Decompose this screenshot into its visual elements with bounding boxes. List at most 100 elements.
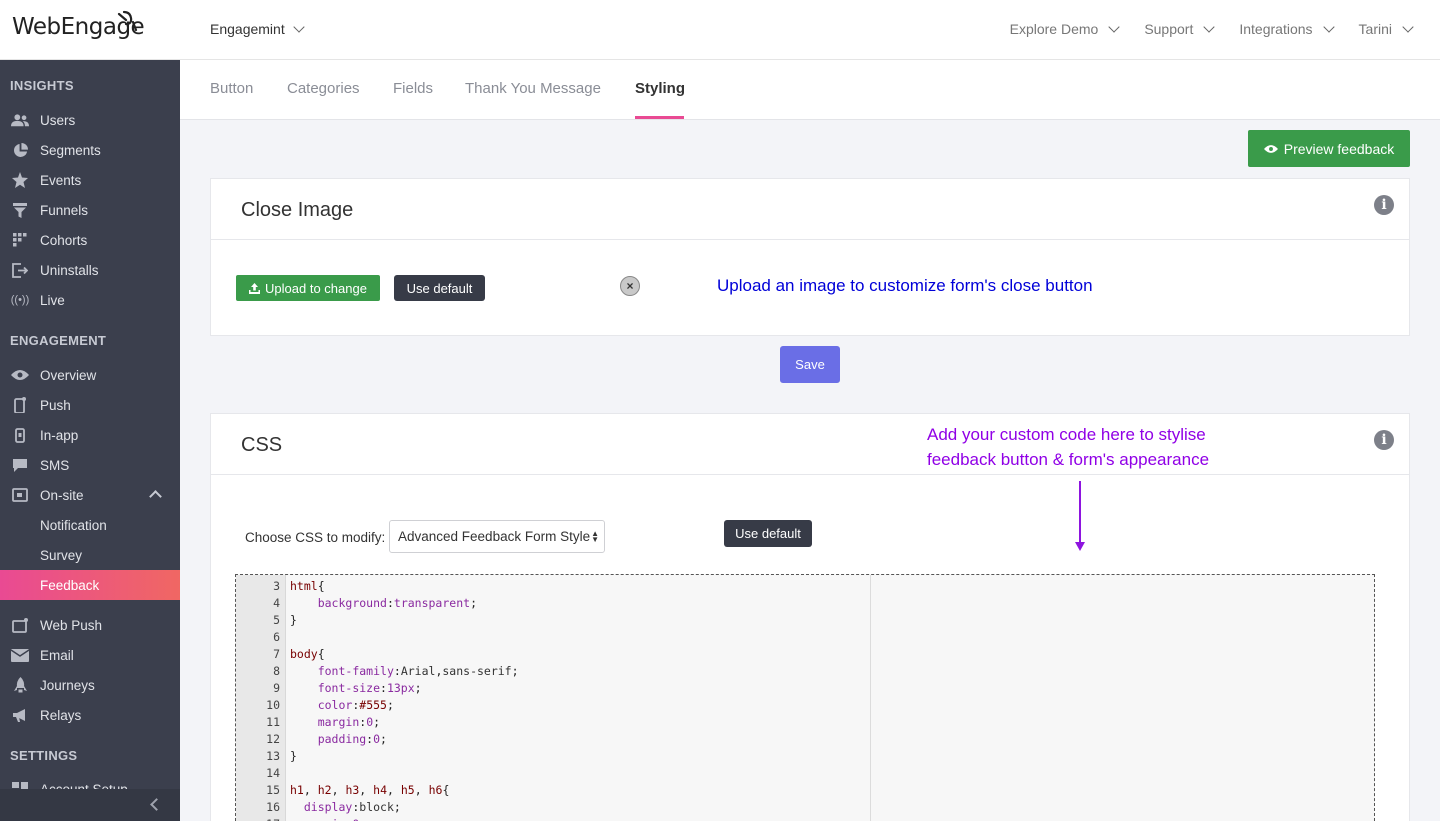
nav-explore-demo[interactable]: Explore Demo: [1010, 21, 1120, 37]
sidebar-item-notification[interactable]: Notification: [0, 510, 180, 540]
preview-button-label: Preview feedback: [1283, 140, 1395, 157]
sidebar-item-label: Events: [40, 172, 82, 188]
code-line: 17 margin:0;: [236, 817, 866, 821]
css-style-select[interactable]: Advanced Feedback Form Style ▲ ▼: [389, 520, 605, 553]
code-line: 6: [236, 630, 866, 647]
close-image-annotation: Upload an image to customize form's clos…: [717, 276, 1093, 295]
active-tab-indicator: [635, 116, 684, 119]
editor-split-divider: [870, 575, 871, 821]
sidebar-item-in-app[interactable]: In-app: [0, 420, 180, 450]
line-number: 5: [273, 613, 280, 627]
sidebar-item-sms[interactable]: SMS: [0, 450, 180, 480]
card-title: CSS: [241, 434, 283, 456]
upload-label: Upload to change: [265, 280, 367, 296]
sidebar-item-feedback[interactable]: Feedback: [0, 570, 180, 600]
chat-icon: [11, 456, 29, 474]
nav-integrations[interactable]: Integrations: [1239, 21, 1335, 37]
use-default-button[interactable]: Use default: [394, 275, 485, 301]
sidebar-item-label: Relays: [40, 707, 82, 723]
sidebar-item-live[interactable]: ((•)) Live: [0, 285, 180, 315]
code-line: 14: [236, 766, 866, 783]
sidebar-item-web-push[interactable]: Web Push: [0, 610, 180, 640]
code-text: }: [290, 613, 297, 627]
upload-icon: [249, 282, 261, 294]
info-icon[interactable]: i: [1374, 430, 1394, 450]
nav-label: Support: [1144, 21, 1194, 37]
sidebar-item-users[interactable]: Users: [0, 105, 180, 135]
sidebar-item-uninstalls[interactable]: Uninstalls: [0, 255, 180, 285]
tab-thank-you-message[interactable]: Thank You Message: [465, 80, 601, 97]
line-number: 13: [266, 749, 280, 763]
chevron-down-icon: [293, 21, 305, 33]
code-text: html{: [290, 579, 325, 593]
chevron-down-icon: [1402, 21, 1414, 33]
nav-support[interactable]: Support: [1144, 21, 1216, 37]
tab-categories[interactable]: Categories: [287, 80, 360, 97]
tab-button[interactable]: Button: [210, 80, 253, 97]
sidebar-item-label: Push: [40, 397, 71, 413]
code-text: font-family:Arial,sans-serif;: [317, 664, 519, 678]
info-icon[interactable]: i: [1374, 195, 1394, 215]
webengage-logo[interactable]: WebEngage: [12, 10, 145, 46]
sidebar-item-segments[interactable]: Segments: [0, 135, 180, 165]
sidebar-item-overview[interactable]: Overview: [0, 360, 180, 390]
choose-css-label: Choose CSS to modify:: [245, 530, 386, 545]
users-icon: [11, 111, 29, 129]
tab-styling[interactable]: Styling: [635, 80, 685, 97]
mobile-icon: [11, 426, 29, 444]
code-text: margin:0;: [317, 715, 381, 729]
code-text: color:#555;: [317, 698, 394, 712]
chevron-up-icon: [149, 490, 162, 503]
tab-fields[interactable]: Fields: [393, 80, 433, 97]
sidebar-item-survey[interactable]: Survey: [0, 540, 180, 570]
code-line: 4 background:transparent;: [236, 596, 866, 613]
tab-bar: Button Categories Fields Thank You Messa…: [180, 60, 1440, 120]
nav-label: Integrations: [1239, 21, 1313, 37]
sidebar-item-funnels[interactable]: Funnels: [0, 195, 180, 225]
code-text: margin:0;: [290, 817, 366, 821]
chevron-down-icon: [1203, 21, 1216, 33]
sidebar-item-cohorts[interactable]: Cohorts: [0, 225, 180, 255]
grid-icon: [11, 231, 29, 249]
code-line: 11 margin:0;: [236, 715, 866, 732]
account-name: Engagemint: [210, 21, 285, 37]
logo-mark-icon: [117, 10, 138, 32]
code-text: font-size:13px;: [317, 681, 422, 695]
code-line: 16 display:block;: [236, 800, 866, 817]
code-text: h1, h2, h3, h4, h5, h6{: [290, 783, 450, 797]
line-number: 9: [273, 681, 280, 695]
section-engagement: ENGAGEMENT: [10, 333, 107, 348]
megaphone-icon: [11, 706, 29, 724]
pie-chart-icon: [11, 141, 29, 159]
sidebar-item-label: Web Push: [40, 617, 103, 633]
nav-user-menu[interactable]: Tarini: [1359, 21, 1414, 37]
line-number: 8: [273, 664, 280, 678]
section-insights: INSIGHTS: [10, 78, 74, 93]
sidebar-item-email[interactable]: Email: [0, 640, 180, 670]
sidebar-item-label: Survey: [40, 547, 83, 563]
line-number: 10: [266, 698, 280, 712]
account-switcher[interactable]: Engagemint: [210, 21, 305, 37]
line-number: 15: [266, 783, 280, 797]
sidebar-item-journeys[interactable]: Journeys: [0, 670, 180, 700]
save-button[interactable]: Save: [780, 346, 840, 383]
css-code-editor[interactable]: 3 html{4 background:transparent; 5} 6 7 body{…: [235, 574, 1375, 821]
chevron-down-icon: [1322, 21, 1335, 33]
code-line: 10 color:#555;: [236, 698, 866, 715]
top-nav: Explore Demo Support Integrations Tarini: [1010, 21, 1414, 37]
upload-to-change-button[interactable]: Upload to change: [236, 275, 380, 301]
sidebar-item-push[interactable]: Push: [0, 390, 180, 420]
sidebar-item-on-site[interactable]: On-site: [0, 480, 180, 510]
preview-feedback-button[interactable]: Preview feedback: [1248, 130, 1410, 167]
sidebar-item-events[interactable]: Events: [0, 165, 180, 195]
sidebar-item-label: Uninstalls: [40, 262, 99, 278]
sidebar-item-label: Journeys: [40, 677, 95, 693]
chevron-down-icon: [1108, 21, 1120, 33]
envelope-icon: [11, 646, 29, 664]
sidebar-collapse-button[interactable]: [0, 789, 180, 821]
css-use-default-button[interactable]: Use default: [724, 520, 812, 547]
line-number: 6: [273, 630, 280, 644]
sidebar-item-relays[interactable]: Relays: [0, 700, 180, 730]
divider: [211, 239, 1409, 240]
css-annotation: Add your custom code here to stylise fee…: [927, 422, 1209, 472]
